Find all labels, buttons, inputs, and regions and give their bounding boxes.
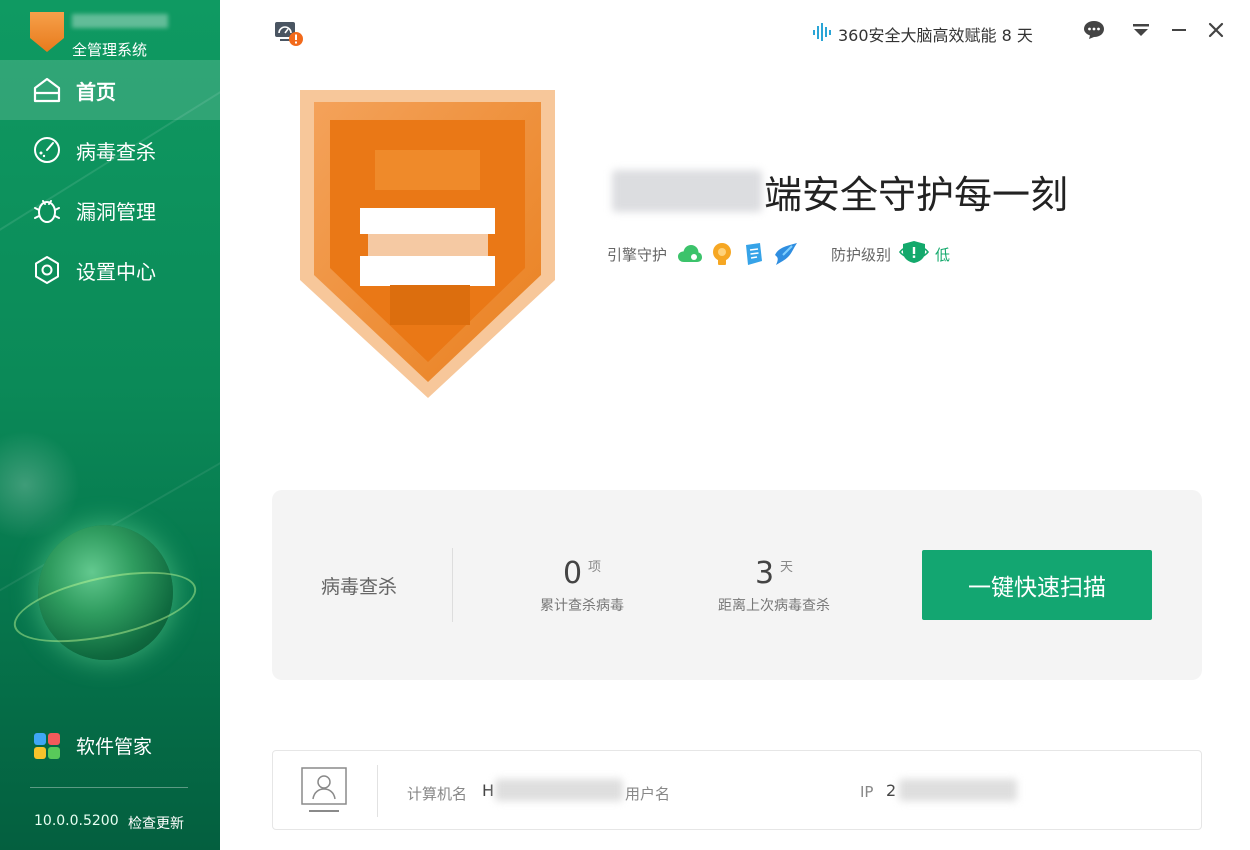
software-manager-button[interactable]: 软件管家 [34, 732, 152, 759]
scroll-engine-icon[interactable] [741, 241, 767, 267]
sidebar-item-label: 漏洞管理 [76, 199, 156, 224]
app-subtitle: 全管理系统 [72, 41, 148, 59]
computer-info-bar: 计算机名 H 用户名 IP 2 [272, 750, 1202, 830]
virus-scan-icon [32, 135, 62, 165]
protection-level-label: 防护级别 [831, 245, 892, 264]
sidebar-item-label: 首页 [76, 79, 116, 104]
sidebar-item-label: 病毒查杀 [76, 139, 156, 164]
stat-unit: 天 [780, 560, 794, 575]
divider [30, 787, 188, 788]
protection-level-value: 低 [935, 245, 951, 264]
sidebar-item-virus-scan[interactable]: 病毒查杀 [0, 120, 220, 180]
virus-scan-card: 病毒查杀 0项 累计查杀病毒 3天 距离上次病毒查杀 一键快速扫描 [272, 490, 1202, 680]
user-profile-icon [301, 767, 347, 815]
stat-value: 0 [562, 556, 583, 591]
cloud-engine-icon[interactable] [677, 241, 703, 267]
check-update-link[interactable]: 检查更新 [128, 813, 184, 833]
software-manager-icon [34, 732, 60, 759]
app-window: 全管理系统 首页 病毒查杀 漏洞管理 设置中心 软件管家 10.0.0.5200… [0, 0, 1250, 850]
menu-dropdown-icon[interactable] [1129, 18, 1153, 42]
ip-label: IP [860, 783, 874, 801]
sidebar-item-vulnerability[interactable]: 漏洞管理 [0, 180, 220, 240]
protection-level-icon [899, 240, 930, 268]
globe-illustration [7, 525, 203, 665]
hero-title: 端安全守护每一刻 [764, 172, 1069, 217]
stat-days-since-scan: 3天 距离上次病毒查杀 [718, 556, 830, 615]
sidebar: 全管理系统 首页 病毒查杀 漏洞管理 设置中心 软件管家 10.0.0.5200… [0, 0, 220, 850]
quick-scan-button[interactable]: 一键快速扫描 [922, 550, 1152, 620]
sidebar-nav: 首页 病毒查杀 漏洞管理 设置中心 [0, 60, 220, 300]
sidebar-item-settings[interactable]: 设置中心 [0, 240, 220, 300]
minimize-icon[interactable] [1167, 18, 1191, 42]
software-manager-label: 软件管家 [76, 736, 153, 758]
computer-name-label: 计算机名 [407, 785, 468, 803]
redacted-app-name [72, 14, 168, 28]
engine-protection-row: 引擎守护 防护级别 低 [607, 240, 950, 268]
protection-shield-icon [300, 80, 555, 400]
home-icon [32, 75, 62, 105]
chat-icon[interactable] [1082, 18, 1106, 42]
version-label: 10.0.0.5200 [34, 813, 119, 829]
sidebar-item-home[interactable]: 首页 [0, 60, 220, 120]
engine-label: 引擎守护 [607, 245, 668, 264]
security-brain-status[interactable]: 360安全大脑高效赋能 8 天 [812, 22, 1033, 46]
hero-title-row: 端安全守护每一刻 [612, 166, 1069, 217]
ai-engine-icon[interactable] [709, 241, 735, 267]
stat-label: 累计查杀病毒 [540, 598, 624, 614]
bug-icon [32, 195, 62, 225]
sidebar-item-label: 设置中心 [76, 259, 156, 284]
divider [377, 765, 378, 817]
username-label: 用户名 [625, 785, 671, 803]
shield-logo-icon [30, 12, 64, 52]
sidebar-glow [0, 430, 80, 540]
monitor-alert-icon[interactable] [274, 20, 303, 46]
close-icon[interactable] [1204, 18, 1228, 42]
stat-unit: 项 [588, 560, 602, 575]
brain-status-text: 360安全大脑高效赋能 8 天 [838, 26, 1033, 45]
computer-name-value: H [482, 781, 495, 800]
ip-value: 2 [886, 781, 897, 800]
stat-label: 距离上次病毒查杀 [718, 598, 830, 614]
stat-value: 3 [754, 556, 775, 591]
redacted-product-name [612, 170, 762, 212]
scan-card-title: 病毒查杀 [321, 576, 398, 598]
brain-wave-icon [812, 22, 832, 46]
app-logo: 全管理系统 [26, 10, 216, 60]
redacted-computer-name [495, 779, 623, 801]
divider [452, 548, 453, 622]
stat-total-killed: 0项 累计查杀病毒 [540, 556, 624, 615]
redacted-ip-address [899, 779, 1017, 801]
settings-icon [32, 255, 62, 285]
bird-engine-icon[interactable] [773, 241, 799, 267]
